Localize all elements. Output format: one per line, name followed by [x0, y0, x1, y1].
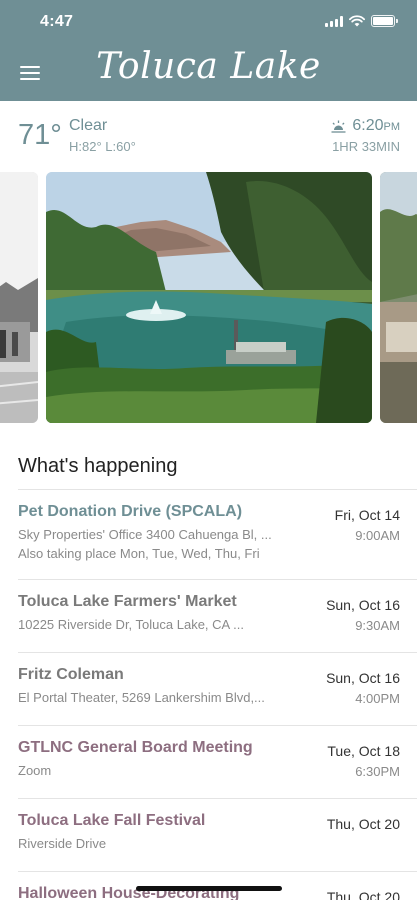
- daylight-remaining: 1HR 33MIN: [332, 139, 400, 154]
- sunset-icon: [331, 120, 346, 133]
- carousel-photo-lake[interactable]: [46, 172, 372, 423]
- event-item[interactable]: Toluca Lake Farmers' Market 10225 Rivers…: [18, 579, 417, 652]
- event-date: Thu, Oct 20: [326, 889, 400, 900]
- whats-happening-heading: What's happening: [18, 455, 178, 477]
- event-date: Sun, Oct 16: [326, 597, 400, 613]
- event-time: 6:30PM: [355, 764, 400, 779]
- weather-panel[interactable]: 71° Clear H:82° L:60° 6:20PM 1HR 33MIN: [0, 101, 417, 170]
- events-list: Pet Donation Drive (SPCALA) Sky Properti…: [0, 489, 417, 900]
- event-time: 9:30AM: [355, 618, 400, 633]
- sunset-time-value: 6:20: [352, 117, 384, 134]
- event-title: Toluca Lake Fall Festival: [18, 812, 206, 829]
- event-recurrence: Also taking place Mon, Tue, Wed, Thu, Fr…: [18, 546, 260, 561]
- event-location: El Portal Theater, 5269 Lankershim Blvd,…: [18, 690, 265, 705]
- photo-carousel[interactable]: [0, 172, 417, 423]
- weather-condition: Clear: [69, 117, 108, 134]
- event-time: 9:00AM: [355, 528, 400, 543]
- event-time: 4:00PM: [355, 691, 400, 706]
- carousel-photo-previous[interactable]: [0, 172, 38, 423]
- event-location: Riverside Drive: [18, 836, 107, 851]
- event-title: Fritz Coleman: [18, 666, 124, 683]
- event-item[interactable]: GTLNC General Board Meeting Zoom Tue, Oc…: [18, 725, 417, 798]
- carousel-photo-next[interactable]: [380, 172, 417, 423]
- app-title: Toluca Lake: [96, 46, 321, 87]
- cellular-signal-icon: [325, 15, 343, 27]
- event-title: GTLNC General Board Meeting: [18, 739, 253, 756]
- event-title: Toluca Lake Farmers' Market: [18, 593, 237, 610]
- event-date: Fri, Oct 14: [334, 507, 400, 523]
- event-item[interactable]: Fritz Coleman El Portal Theater, 5269 La…: [18, 652, 417, 725]
- event-location: 10225 Riverside Dr, Toluca Lake, CA ...: [18, 617, 244, 632]
- event-title: Pet Donation Drive (SPCALA): [18, 503, 243, 520]
- event-item[interactable]: Toluca Lake Fall Festival Riverside Driv…: [18, 798, 417, 871]
- status-time: 4:47: [40, 13, 74, 30]
- high-low-temperature: H:82° L:60°: [69, 139, 136, 154]
- battery-icon: [371, 15, 398, 27]
- sunset-time-ampm: PM: [383, 121, 401, 133]
- status-bar: 4:47: [0, 0, 417, 44]
- event-location: Sky Properties' Office 3400 Cahuenga Bl,…: [18, 527, 272, 542]
- event-date: Sun, Oct 16: [326, 670, 400, 686]
- status-icons: [325, 14, 398, 28]
- event-item[interactable]: Pet Donation Drive (SPCALA) Sky Properti…: [18, 489, 417, 579]
- event-location: Zoom: [18, 763, 52, 778]
- wifi-icon: [349, 15, 365, 27]
- home-indicator[interactable]: [136, 886, 282, 891]
- temperature: 71°: [18, 119, 62, 151]
- event-date: Tue, Oct 18: [327, 743, 400, 759]
- app-header: 4:47 Toluca Lake: [0, 0, 417, 101]
- event-date: Thu, Oct 20: [326, 816, 400, 832]
- sunset-time: 6:20PM: [331, 117, 400, 135]
